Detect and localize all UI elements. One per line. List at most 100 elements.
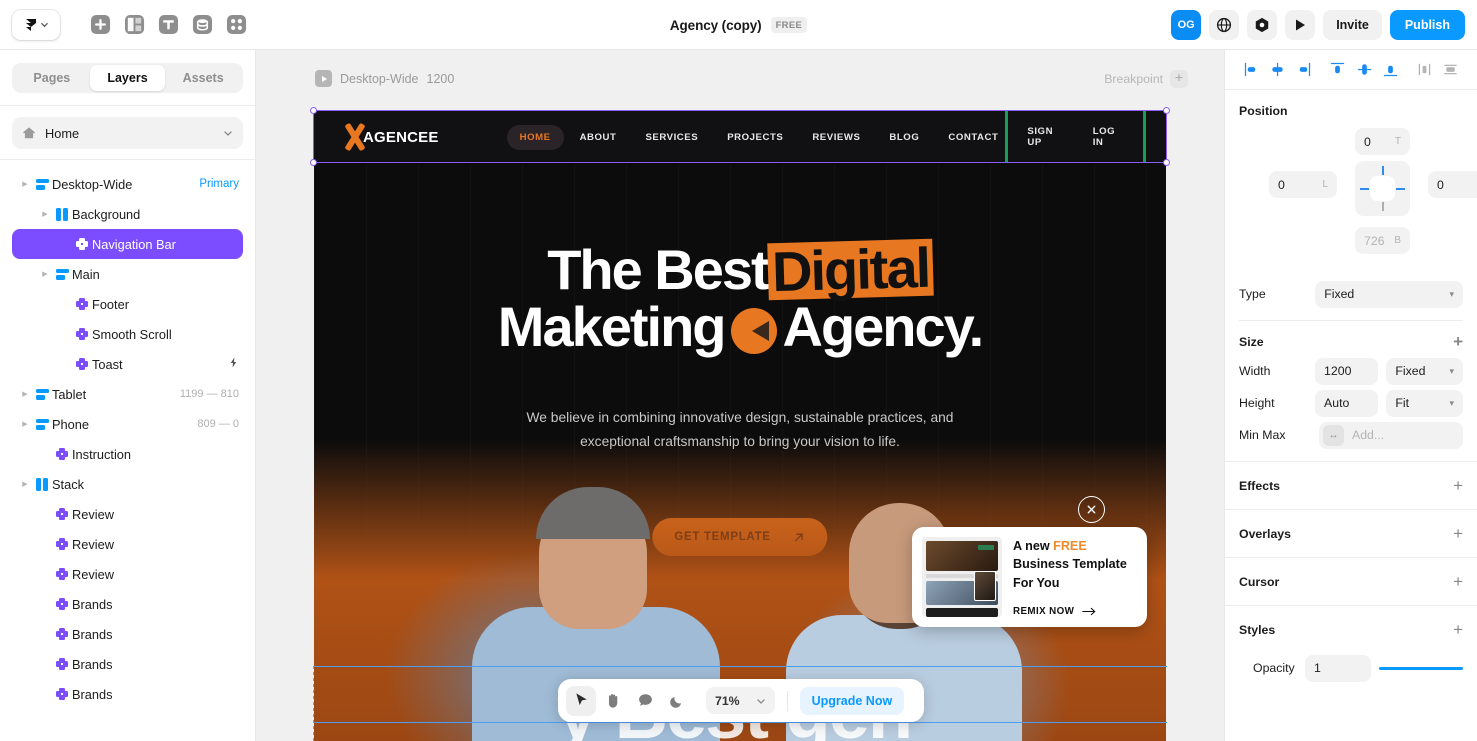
- layer-disclosure-toggle[interactable]: ▶: [38, 270, 52, 278]
- frame-label[interactable]: Desktop-Wide 1200: [315, 70, 454, 87]
- upgrade-now-button[interactable]: Upgrade Now: [799, 686, 905, 715]
- remix-now-link[interactable]: REMIX NOW: [1013, 606, 1135, 617]
- width-input[interactable]: 1200: [1315, 357, 1379, 385]
- layer-disclosure-toggle[interactable]: ▶: [18, 180, 32, 188]
- layer-item-navigation-bar[interactable]: Navigation Bar: [12, 229, 243, 259]
- layer-item-smooth-scroll[interactable]: Smooth Scroll: [12, 319, 243, 349]
- localization-button[interactable]: [1209, 10, 1240, 40]
- avatar[interactable]: OG: [1171, 10, 1202, 40]
- nav-link-services[interactable]: SERVICES: [632, 125, 711, 150]
- framer-logo-button[interactable]: [12, 9, 60, 40]
- select-tool-button[interactable]: [566, 685, 596, 716]
- layer-disclosure-toggle[interactable]: ▶: [18, 390, 32, 398]
- distribute-vertical-icon[interactable]: [1439, 57, 1463, 83]
- hand-tool-button[interactable]: [598, 686, 628, 716]
- width-mode-select[interactable]: Fixed ▾: [1386, 357, 1463, 385]
- tab-pages[interactable]: Pages: [14, 65, 90, 91]
- plan-badge[interactable]: FREE: [770, 17, 808, 33]
- layer-item-review[interactable]: Review: [12, 499, 243, 529]
- layer-item-stack[interactable]: ▶ Stack: [12, 469, 243, 499]
- website-preview[interactable]: AGENCEE HOME ABOUT SERVICES PROJECTS REVIEWS…: [314, 111, 1166, 741]
- align-horizontal-center-icon[interactable]: [1265, 57, 1289, 83]
- effects-section[interactable]: Effects +: [1225, 461, 1477, 509]
- text-button[interactable]: [154, 11, 182, 39]
- tab-layers[interactable]: Layers: [89, 65, 166, 91]
- capture-button[interactable]: [1247, 10, 1278, 40]
- layer-item-brands[interactable]: Brands: [12, 679, 243, 709]
- layer-item-toast[interactable]: Toast: [12, 349, 243, 379]
- site-navigation-bar[interactable]: AGENCEE HOME ABOUT SERVICES PROJECTS REVIEWS…: [314, 111, 1166, 167]
- cursor-section[interactable]: Cursor +: [1225, 557, 1477, 605]
- distribute-horizontal-icon[interactable]: [1412, 57, 1436, 83]
- add-breakpoint-icon[interactable]: +: [1170, 70, 1188, 88]
- invite-button[interactable]: Invite: [1323, 10, 1382, 40]
- add-overlay-button[interactable]: +: [1453, 525, 1463, 542]
- position-bottom-field[interactable]: 726 B: [1355, 227, 1410, 254]
- layer-disclosure-toggle[interactable]: ▶: [18, 480, 32, 488]
- layer-item-main[interactable]: ▶ Main: [12, 259, 243, 289]
- layer-item-brands[interactable]: Brands: [12, 619, 243, 649]
- insert-button[interactable]: [86, 11, 114, 39]
- canvas[interactable]: Desktop-Wide 1200 Breakpoint + AGENCEE H…: [256, 50, 1224, 741]
- nav-link-reviews[interactable]: REVIEWS: [799, 125, 873, 150]
- add-style-button[interactable]: +: [1453, 621, 1463, 638]
- cms-button[interactable]: [188, 11, 216, 39]
- layout-button[interactable]: [120, 11, 148, 39]
- nav-link-about[interactable]: ABOUT: [567, 125, 630, 150]
- layer-item-tablet[interactable]: ▶ Tablet 1199 — 810: [12, 379, 243, 409]
- comment-tool-button[interactable]: [630, 686, 660, 716]
- page-selector-home[interactable]: Home: [12, 117, 243, 149]
- opacity-input[interactable]: 1: [1305, 654, 1371, 682]
- position-top-field[interactable]: 0 T: [1355, 128, 1410, 155]
- layer-disclosure-toggle[interactable]: ▶: [38, 210, 52, 218]
- publish-button[interactable]: Publish: [1389, 10, 1465, 40]
- position-pad-core[interactable]: [1370, 176, 1395, 201]
- nav-link-home[interactable]: HOME: [506, 124, 564, 150]
- layer-item-review[interactable]: Review: [12, 529, 243, 559]
- position-right-field[interactable]: 0 R: [1428, 171, 1477, 198]
- minmax-add-field[interactable]: ↔ Add...: [1319, 421, 1463, 449]
- height-mode-select[interactable]: Fit ▾: [1386, 389, 1463, 417]
- align-top-icon[interactable]: [1326, 57, 1350, 83]
- align-left-icon[interactable]: [1239, 57, 1263, 83]
- site-logo[interactable]: AGENCEE: [340, 123, 439, 151]
- position-left-field[interactable]: 0 L: [1269, 171, 1337, 198]
- add-size-button[interactable]: +: [1453, 333, 1463, 350]
- add-cursor-button[interactable]: +: [1453, 573, 1463, 590]
- layer-item-brands[interactable]: Brands: [12, 589, 243, 619]
- tab-assets[interactable]: Assets: [165, 65, 241, 91]
- nav-link-contact[interactable]: CONTACT: [935, 125, 1011, 150]
- nav-link-sign-up[interactable]: SIGN UP: [1015, 119, 1076, 155]
- nav-link-projects[interactable]: PROJECTS: [714, 125, 796, 150]
- theme-tool-button[interactable]: [662, 686, 692, 716]
- layer-item-desktop-wide[interactable]: ▶ Desktop-Wide Primary: [12, 169, 243, 199]
- frame-guide-line-1: [313, 666, 1167, 667]
- align-bottom-icon[interactable]: [1378, 57, 1402, 83]
- layer-disclosure-toggle[interactable]: ▶: [18, 420, 32, 428]
- height-input[interactable]: Auto: [1315, 389, 1379, 417]
- breakpoint-control[interactable]: Breakpoint +: [1104, 68, 1188, 90]
- layer-item-review[interactable]: Review: [12, 559, 243, 589]
- align-vertical-center-icon[interactable]: [1352, 57, 1376, 83]
- nav-link-log-in[interactable]: LOG IN: [1081, 119, 1136, 155]
- styles-section[interactable]: Styles +: [1225, 605, 1477, 653]
- layer-item-instruction[interactable]: Instruction: [12, 439, 243, 469]
- preview-button[interactable]: [1285, 10, 1316, 40]
- zoom-control[interactable]: 71%: [706, 687, 775, 714]
- opacity-slider[interactable]: [1379, 666, 1463, 670]
- toast-close-button[interactable]: [1078, 496, 1105, 523]
- layer-item-background[interactable]: ▶ Background: [12, 199, 243, 229]
- layer-item-phone[interactable]: ▶ Phone 809 — 0: [12, 409, 243, 439]
- align-right-icon[interactable]: [1292, 57, 1316, 83]
- layer-item-brands[interactable]: Brands: [12, 649, 243, 679]
- promo-toast[interactable]: A new FREE Business Template For You REMI…: [912, 527, 1147, 627]
- overlays-section[interactable]: Overlays +: [1225, 509, 1477, 557]
- chevron-down-icon: ▾: [1449, 365, 1454, 376]
- position-type-select[interactable]: Fixed ▾: [1315, 280, 1463, 308]
- nav-link-blog[interactable]: BLOG: [876, 125, 932, 150]
- components-button[interactable]: [222, 11, 250, 39]
- add-effect-button[interactable]: +: [1453, 477, 1463, 494]
- layer-item-footer[interactable]: Footer: [12, 289, 243, 319]
- site-auth-links[interactable]: SIGN UP LOG IN: [1005, 111, 1146, 167]
- position-pad[interactable]: [1355, 161, 1410, 216]
